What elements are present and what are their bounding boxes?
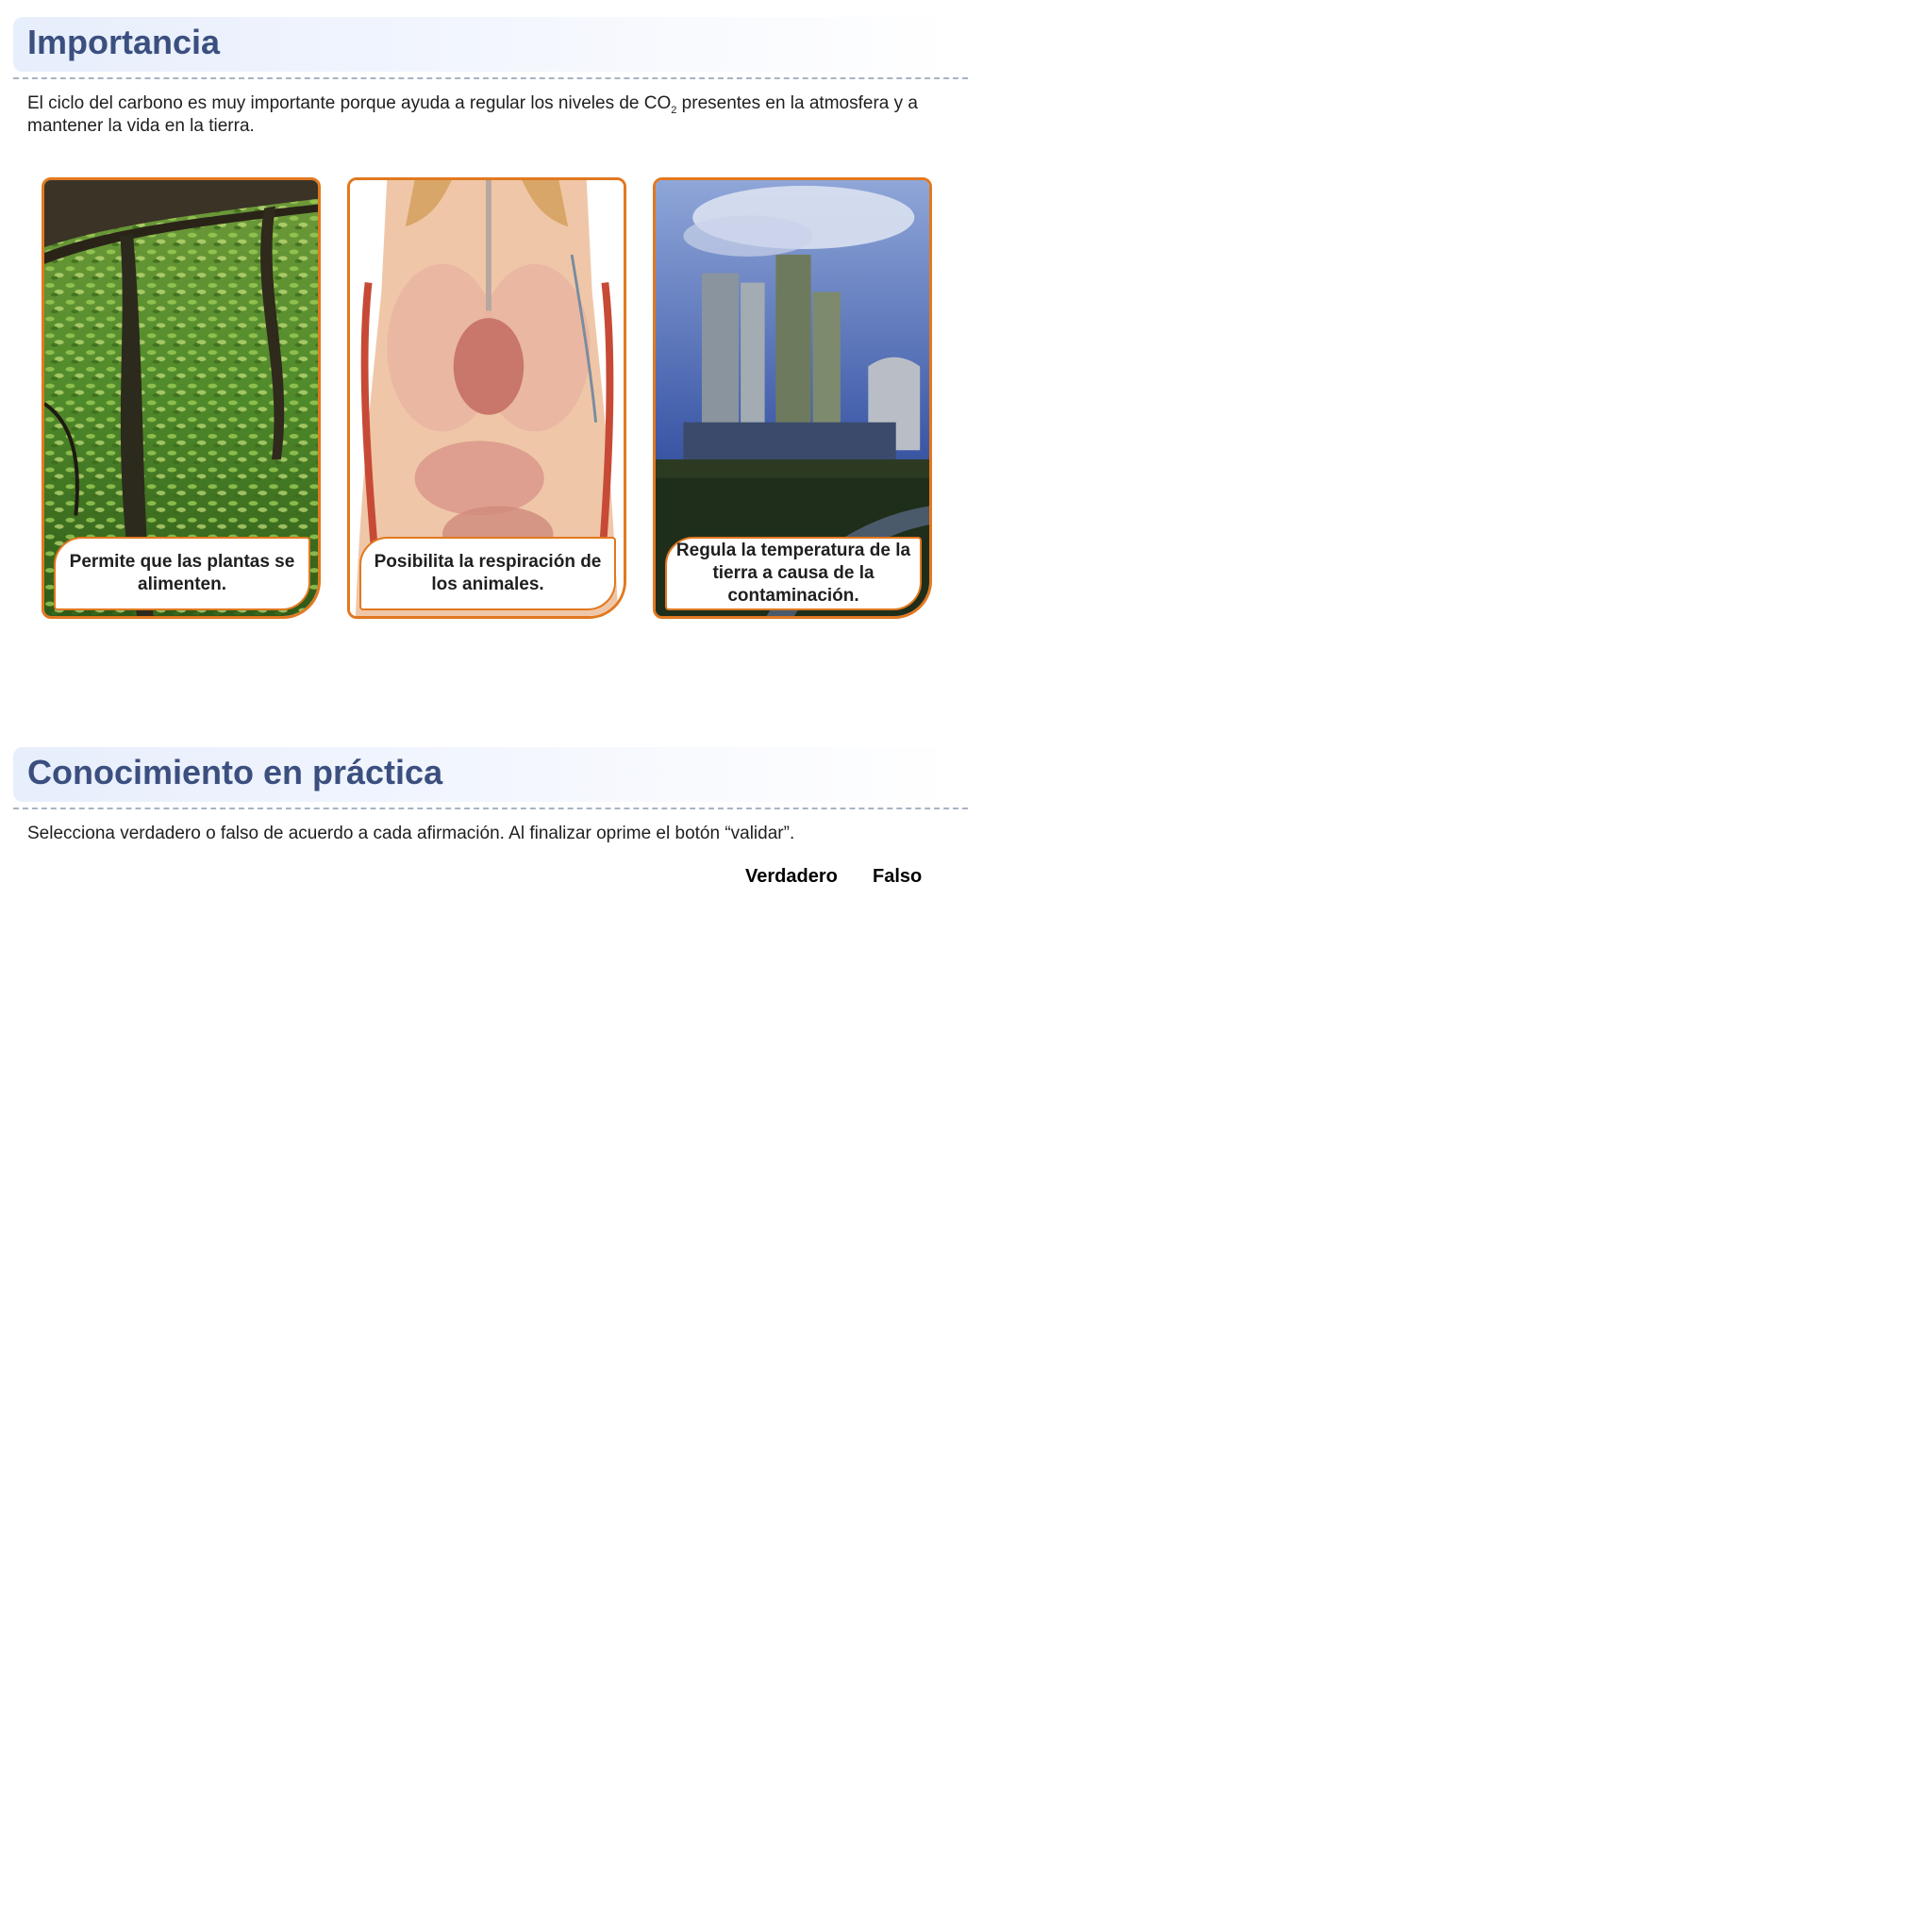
card-caption: Posibilita la respiración de los animale… <box>359 537 616 610</box>
column-header-true: Verdadero <box>745 866 838 887</box>
intro-text: El ciclo del carbono es muy importante p… <box>27 93 672 113</box>
section-title: Importancia <box>27 23 221 61</box>
section-header-practica: Conocimiento en práctica <box>13 747 958 802</box>
column-header-false: Falso <box>873 866 923 887</box>
card-temperature: Regula la temperatura de la tierra a cau… <box>653 177 932 619</box>
card-plants: Permite que las plantas se alimenten. <box>42 177 321 619</box>
section-divider <box>13 808 968 809</box>
practice-instructions: Selecciona verdadero o falso de acuerdo … <box>27 824 795 843</box>
section-header-importancia: Importancia <box>13 17 958 72</box>
card-caption: Permite que las plantas se alimenten. <box>54 537 310 610</box>
intro-paragraph: El ciclo del carbono es muy importante p… <box>27 92 924 138</box>
card-caption: Regula la temperatura de la tierra a cau… <box>665 537 922 610</box>
card-animals: Posibilita la respiración de los animale… <box>347 177 626 619</box>
section-divider <box>13 77 968 79</box>
section-title: Conocimiento en práctica <box>27 753 443 791</box>
